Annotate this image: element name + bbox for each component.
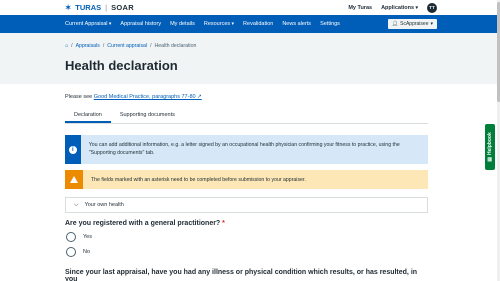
external-link-icon: ↗ — [197, 94, 202, 100]
tab-declaration[interactable]: Declaration — [65, 109, 111, 123]
breadcrumb-page: Health declaration — [154, 43, 197, 49]
main-nav: Current Appraisal Appraisal history My d… — [0, 15, 500, 33]
breadcrumb: ⌂ / Appraisals / Current appraisal / Hea… — [65, 43, 500, 49]
nav-appraisal-history[interactable]: Appraisal history — [120, 21, 161, 27]
main-content: Please see Good Medical Practice, paragr… — [0, 94, 500, 281]
breadcrumb-appraisals[interactable]: Appraisals — [76, 43, 100, 49]
question-gp-registered: Are you registered with a general practi… — [65, 220, 225, 227]
breadcrumb-separator: / — [102, 43, 105, 49]
radio-option-yes[interactable]: Yes — [65, 231, 428, 242]
home-icon[interactable]: ⌂ — [65, 43, 68, 49]
book-icon: ▤ — [487, 157, 494, 162]
warning-callout: The fields marked with an asterisk need … — [65, 170, 428, 189]
brand-logo[interactable]: ✶ TURAS | SOAR — [65, 3, 134, 12]
page-header: ⌂ / Appraisals / Current appraisal / Hea… — [0, 33, 500, 84]
info-callout: i You can add additional information, e.… — [65, 135, 428, 164]
please-see-prefix: Please see — [65, 94, 93, 100]
brand-name: TURAS — [75, 3, 102, 12]
tab-bar: Declaration Supporting documents — [65, 109, 428, 124]
good-medical-practice-link[interactable]: Good Medical Practice, paragraphs 77-80 … — [94, 94, 202, 100]
brand-product: SOAR — [111, 3, 134, 12]
avatar[interactable]: TT — [427, 2, 437, 13]
breadcrumb-separator: / — [71, 43, 73, 49]
breadcrumb-separator: / — [150, 43, 152, 49]
nav-revalidation[interactable]: Revalidation — [243, 21, 273, 27]
warning-icon — [70, 176, 78, 183]
role-selector[interactable]: 👤︎ ScAppraisee ▾ — [387, 19, 437, 29]
info-text: You can add additional information, e.g.… — [88, 142, 400, 156]
radio-label: Yes — [83, 233, 92, 240]
page-title: Health declaration — [65, 58, 178, 73]
nav-my-details[interactable]: My details — [170, 21, 195, 27]
radio-label: No — [83, 248, 91, 255]
radio-option-no[interactable]: No — [65, 246, 428, 257]
user-icon: 👤︎ — [391, 21, 399, 27]
my-turas-link[interactable]: My Turas — [348, 5, 372, 11]
nav-settings[interactable]: Settings — [320, 21, 340, 27]
nav-news-alerts[interactable]: News alerts — [282, 21, 311, 27]
accordion-label: Your own health — [84, 202, 124, 208]
breadcrumb-current-appraisal[interactable]: Current appraisal — [107, 43, 147, 49]
please-see-text: Please see Good Medical Practice, paragr… — [65, 94, 428, 100]
role-label: ScAppraisee — [400, 21, 429, 27]
accordion-your-own-health[interactable]: ⌵ Your own health — [65, 197, 428, 213]
brand-separator: | — [105, 3, 108, 12]
radio-button[interactable] — [66, 246, 76, 257]
chevron-down-icon: ▾ — [430, 21, 433, 27]
nav-resources[interactable]: Resources — [204, 21, 234, 27]
required-asterisk: * — [222, 220, 225, 227]
helpbook-button[interactable]: ▤ Helpbook — [485, 124, 495, 170]
tab-supporting-documents[interactable]: Supporting documents — [111, 109, 184, 123]
nav-current-appraisal[interactable]: Current Appraisal — [65, 21, 111, 27]
info-icon: i — [68, 145, 77, 154]
question-illness: Since your last appraisal, have you had … — [65, 269, 418, 281]
turas-logo-icon: ✶ — [65, 3, 72, 12]
warning-text: The fields marked with an asterisk need … — [91, 177, 306, 183]
top-bar: ✶ TURAS | SOAR My Turas Applications TT — [0, 0, 500, 15]
applications-menu[interactable]: Applications — [381, 5, 418, 11]
chevron-down-icon: ⌵ — [74, 201, 79, 208]
radio-button[interactable] — [66, 231, 76, 242]
